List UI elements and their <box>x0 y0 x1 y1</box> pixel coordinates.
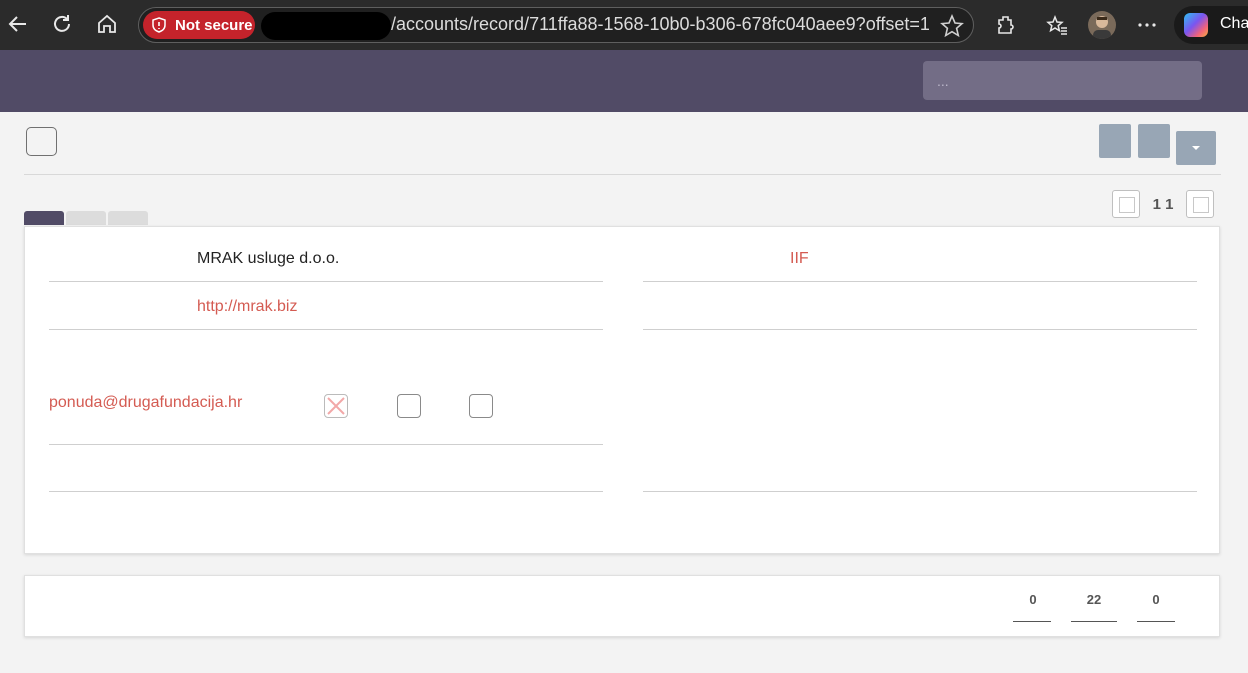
favorite-star-icon[interactable] <box>939 13 965 39</box>
back-icon[interactable] <box>4 10 32 38</box>
redacted-host <box>261 12 391 40</box>
field-underline <box>49 281 603 282</box>
header-divider <box>24 174 1221 175</box>
count-1: 0 <box>1029 592 1037 607</box>
action-button-1[interactable] <box>1099 124 1131 158</box>
count-3: 0 <box>1152 592 1160 607</box>
website-link[interactable]: http://mrak.biz <box>197 298 297 316</box>
copilot-label: Chat <box>1220 15 1248 32</box>
home-icon[interactable] <box>93 10 121 38</box>
email-link[interactable]: ponuda@drugafundacija.hr <box>49 394 242 412</box>
count-underline <box>1137 621 1175 622</box>
shield-warning-icon <box>152 17 166 33</box>
x-mark-icon <box>327 397 345 415</box>
tab-1[interactable] <box>24 211 64 225</box>
profile-avatar[interactable] <box>1088 11 1116 39</box>
caret-down-icon <box>1192 146 1200 150</box>
broken-image-icon <box>1119 197 1135 213</box>
field-underline <box>643 491 1197 492</box>
url-text[interactable]: /accounts/record/711ffa88-1568-10b0-b306… <box>391 14 930 35</box>
checkbox-2[interactable] <box>397 394 421 418</box>
tab-2[interactable] <box>66 211 106 225</box>
count-2: 22 <box>1086 592 1102 607</box>
reload-icon[interactable] <box>48 10 76 38</box>
copilot-icon <box>1184 13 1208 37</box>
field-underline <box>49 491 603 492</box>
field-underline <box>643 329 1197 330</box>
right-field-value[interactable]: IIF <box>790 250 809 268</box>
extensions-icon[interactable] <box>993 12 1019 38</box>
broken-image-icon <box>1193 197 1209 213</box>
not-secure-label: Not secure <box>175 16 253 34</box>
actions-dropdown-button[interactable] <box>1176 131 1216 165</box>
record-page: 1 1 MRAK usluge d.o.o. IIF http://mrak.b… <box>0 112 1248 673</box>
action-button-2[interactable] <box>1138 124 1170 158</box>
checkbox-3[interactable] <box>469 394 493 418</box>
record-detail-panel: MRAK usluge d.o.o. IIF http://mrak.biz p… <box>24 226 1220 554</box>
tab-3[interactable] <box>108 211 148 225</box>
summary-panel: 0 22 0 <box>24 575 1220 637</box>
field-underline <box>49 329 603 330</box>
favorites-icon[interactable] <box>1044 12 1070 38</box>
next-record-button[interactable] <box>1186 190 1214 218</box>
account-name: MRAK usluge d.o.o. <box>197 250 340 267</box>
pager-position: 1 1 <box>1152 196 1174 213</box>
browser-toolbar: Not secure /accounts/record/711ffa88-156… <box>0 0 1248 50</box>
record-select-checkbox[interactable] <box>26 127 57 156</box>
address-bar[interactable]: Not secure /accounts/record/711ffa88-156… <box>138 7 974 43</box>
checkbox-checked[interactable] <box>324 394 348 418</box>
more-options-icon[interactable] <box>1134 12 1160 38</box>
field-underline <box>643 281 1197 282</box>
count-underline <box>1013 621 1051 622</box>
not-secure-badge[interactable]: Not secure <box>143 11 255 39</box>
field-underline <box>49 444 603 445</box>
count-underline <box>1071 621 1117 622</box>
previous-record-button[interactable] <box>1112 190 1140 218</box>
search-input[interactable] <box>923 61 1202 100</box>
copilot-chat-button[interactable]: Chat <box>1174 6 1248 44</box>
app-header <box>0 50 1248 112</box>
